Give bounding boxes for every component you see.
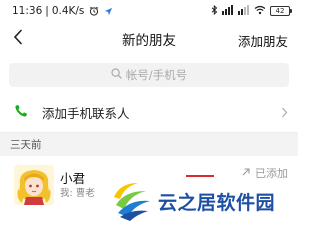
section-label: 三天前 — [10, 139, 42, 151]
phone-icon — [14, 103, 28, 122]
avatar — [14, 165, 54, 205]
bluetooth-icon — [211, 4, 218, 18]
chevron-right-icon — [281, 103, 288, 122]
search-placeholder: 帐号/手机号 — [125, 68, 188, 82]
status-left: 11:36 | 0.4K/s — [12, 5, 113, 17]
watermark: 云之居软件园 — [108, 177, 294, 223]
watermark-text: 云之居软件园 — [158, 192, 276, 214]
watermark-logo-icon — [110, 179, 152, 221]
nav-bar: 新的朋友 添加朋友 — [0, 22, 298, 56]
location-arrow-icon — [104, 7, 113, 16]
status-separator: | — [45, 5, 49, 17]
search-input[interactable]: 帐号/手机号 — [9, 63, 289, 87]
battery-level: 42 — [275, 7, 285, 15]
status-bar: 11:36 | 0.4K/s 42 — [0, 0, 298, 22]
add-phone-contacts-label: 添加手机联系人 — [42, 105, 130, 121]
chevron-left-icon — [13, 29, 23, 49]
signal-2-icon — [238, 4, 250, 18]
status-right: 42 — [211, 4, 292, 18]
back-button[interactable] — [8, 29, 28, 49]
friend-message: 我: 曹老 — [60, 188, 95, 199]
wifi-icon — [254, 5, 266, 18]
status-time: 11:36 — [12, 5, 43, 17]
section-header: 三天前 — [0, 133, 298, 156]
battery-icon: 42 — [270, 6, 292, 16]
add-phone-contacts-row[interactable]: 添加手机联系人 — [0, 94, 298, 130]
add-friend-button[interactable]: 添加朋友 — [238, 31, 288, 50]
alarm-icon — [89, 6, 99, 16]
status-speed: 0.4K/s — [51, 5, 85, 17]
search-icon — [111, 68, 122, 82]
signal-1-icon — [222, 4, 234, 18]
